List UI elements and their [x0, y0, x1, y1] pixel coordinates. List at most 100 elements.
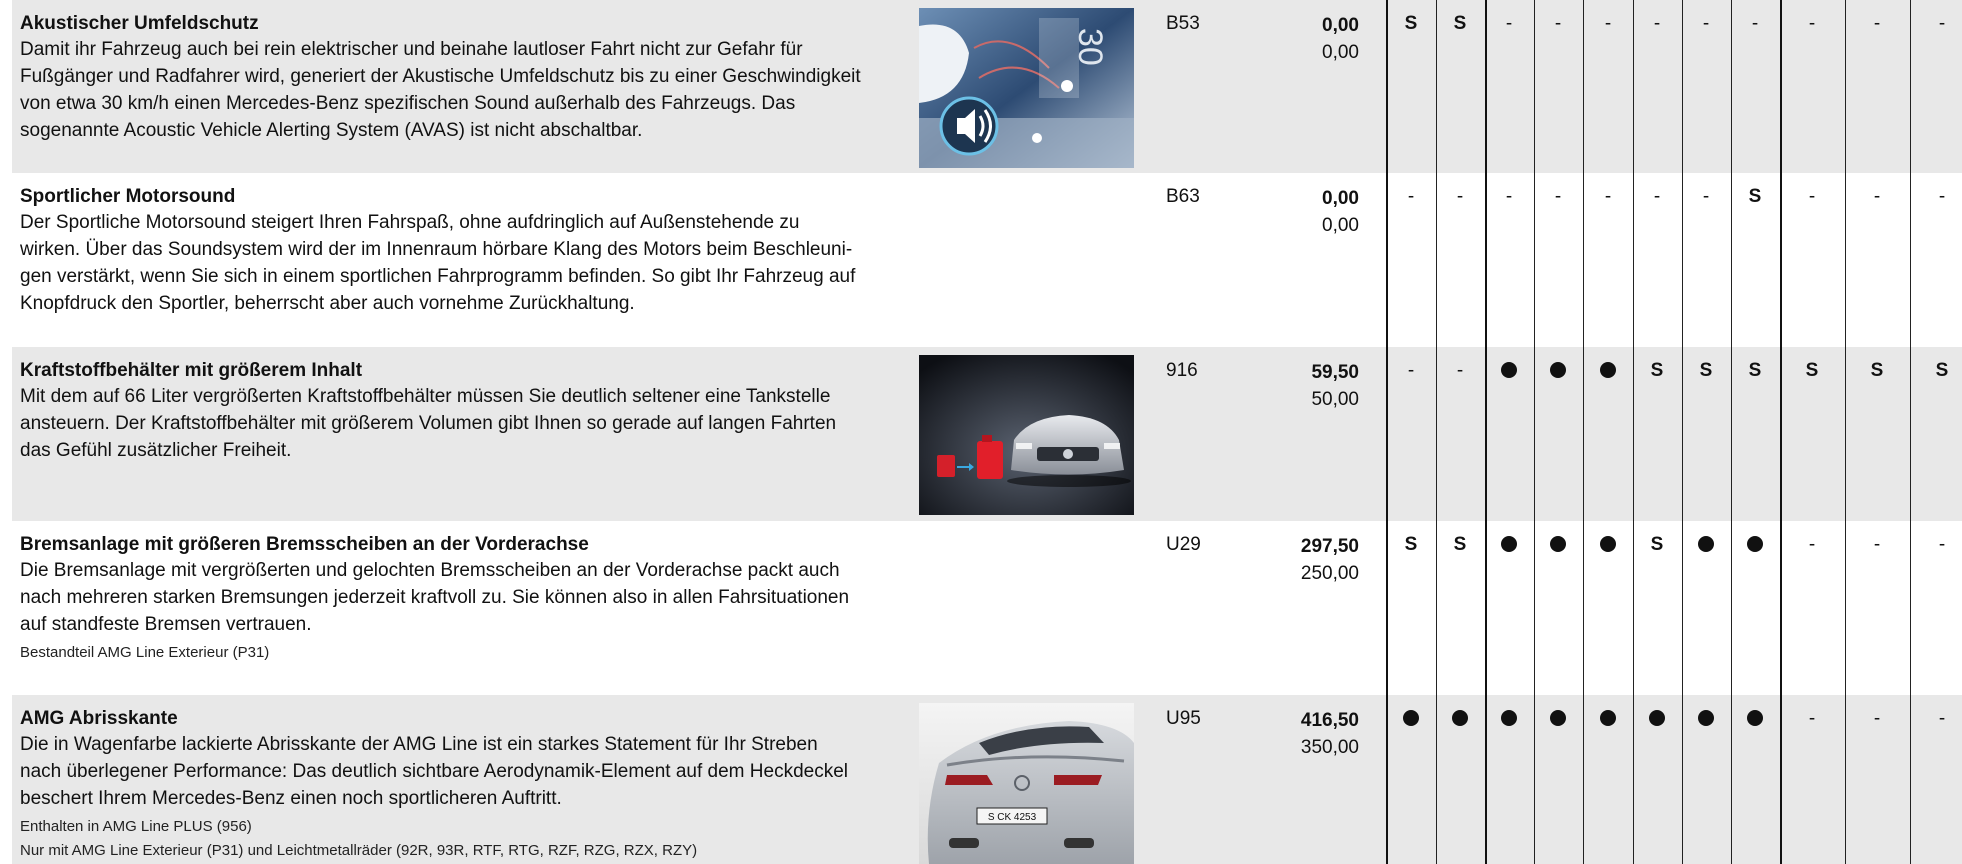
column-divider — [1436, 0, 1437, 864]
availability-cell: - — [1873, 13, 1881, 34]
option-price: 0,00 0,00 — [1244, 185, 1359, 239]
availability-cell: S — [1699, 360, 1713, 381]
option-desc-line: nach mehreren starken Bremsungen jederze… — [20, 587, 850, 608]
option-note: Enthalten in AMG Line PLUS (956) — [20, 818, 252, 835]
column-divider — [1780, 0, 1782, 864]
option-desc-line: nach überlegener Performance: Das deutli… — [20, 761, 848, 782]
availability-cell — [1485, 359, 1533, 383]
option-code: U29 — [1166, 534, 1201, 555]
availability-cell: - — [1938, 13, 1946, 34]
availability-cell: - — [1938, 186, 1946, 207]
availability-cell — [1436, 707, 1484, 731]
option-desc-line: Die Bremsanlage mit vergrößerten und gel… — [20, 560, 840, 581]
option-note: Bestandteil AMG Line Exterieur (P31) — [20, 644, 270, 661]
standard-dot-icon — [1698, 535, 1714, 552]
column-divider — [1910, 0, 1911, 864]
option-code: B53 — [1166, 13, 1200, 34]
option-desc-line: Mit dem auf 66 Liter vergrößerten Krafts… — [20, 386, 831, 407]
option-text: Kraftstoffbehälter mit größerem Inhalt M… — [20, 359, 910, 464]
standard-dot-icon — [1501, 709, 1517, 726]
standard-dot-icon — [1600, 709, 1616, 726]
availability-cell — [1534, 707, 1582, 731]
price-gross: 59,50 — [1311, 362, 1359, 383]
availability-cell: - — [1751, 13, 1759, 34]
availability-cell: - — [1604, 186, 1612, 207]
column-divider — [1731, 0, 1732, 864]
option-title: AMG Abrisskante — [20, 708, 178, 729]
option-note: Nur mit AMG Line Exterieur (P31) und Lei… — [20, 842, 698, 859]
option-code: U95 — [1166, 708, 1201, 729]
price-gross: 0,00 — [1322, 188, 1359, 209]
option-price: 297,50 250,00 — [1244, 533, 1359, 587]
column-divider — [1682, 0, 1683, 864]
standard-dot-icon — [1403, 709, 1419, 726]
price-net: 0,00 — [1322, 215, 1359, 236]
availability-cell: S — [1805, 360, 1819, 381]
option-price: 416,50 350,00 — [1244, 707, 1359, 761]
availability-cell: - — [1554, 186, 1562, 207]
availability-cell: S — [1870, 360, 1884, 381]
standard-dot-icon — [1747, 709, 1763, 726]
availability-cell: S — [1404, 13, 1418, 34]
availability-cell: - — [1456, 186, 1464, 207]
availability-cell: - — [1938, 534, 1946, 555]
price-net: 350,00 — [1300, 737, 1359, 758]
availability-cell — [1485, 533, 1533, 557]
availability-cell: S — [1748, 360, 1762, 381]
price-gross: 297,50 — [1300, 536, 1359, 557]
availability-cell: - — [1808, 186, 1816, 207]
availability-cell: S — [1453, 534, 1467, 555]
column-divider — [1386, 0, 1388, 864]
option-title: Bremsanlage mit größeren Bremsscheiben a… — [20, 534, 589, 555]
column-divider — [1845, 0, 1846, 864]
availability-cell — [1682, 707, 1730, 731]
standard-dot-icon — [1501, 361, 1517, 378]
option-price: 0,00 0,00 — [1244, 12, 1359, 66]
standard-dot-icon — [1550, 361, 1566, 378]
license-plate: S CK 4253 — [988, 812, 1037, 823]
standard-dot-icon — [1747, 535, 1763, 552]
option-code: B63 — [1166, 186, 1200, 207]
column-divider — [1534, 0, 1535, 864]
availability-cell: - — [1702, 13, 1710, 34]
availability-cell: - — [1456, 360, 1464, 381]
availability-cell — [1534, 359, 1582, 383]
availability-cell — [1682, 533, 1730, 557]
availability-cell: - — [1653, 13, 1661, 34]
standard-dot-icon — [1600, 361, 1616, 378]
option-text: Sportlicher Motorsound Der Sportliche Mo… — [20, 185, 910, 317]
availability-cell — [1534, 533, 1582, 557]
availability-cell: - — [1873, 708, 1881, 729]
column-divider — [1583, 0, 1584, 864]
standard-dot-icon — [1550, 709, 1566, 726]
option-desc-line: ansteuern. Der Kraftstoffbehälter mit gr… — [20, 413, 837, 434]
option-desc-line: auf standfeste Bremsen vertrauen. — [20, 614, 312, 635]
column-divider — [1485, 0, 1487, 864]
availability-cell — [1584, 533, 1632, 557]
availability-cell — [1485, 707, 1533, 731]
availability-cell — [1584, 359, 1632, 383]
price-net: 250,00 — [1300, 563, 1359, 584]
option-desc-line: das Gefühl zusätzlicher Freiheit. — [20, 440, 292, 461]
availability-cell: S — [1935, 360, 1949, 381]
option-desc-line: gen verstärkt, wenn Sie sich in einem sp… — [20, 266, 856, 287]
option-desc-line: Knopfdruck den Sportler, beherrscht aber… — [20, 293, 635, 314]
option-text: Akustischer Umfeldschutz Damit ihr Fahrz… — [20, 12, 910, 144]
option-desc-line: Damit ihr Fahrzeug auch bei rein elektri… — [20, 39, 803, 60]
availability-cell: - — [1407, 360, 1415, 381]
availability-cell: - — [1505, 186, 1513, 207]
availability-cell — [1387, 707, 1435, 731]
option-text: Bremsanlage mit größeren Bremsscheiben a… — [20, 533, 910, 663]
standard-dot-icon — [1550, 535, 1566, 552]
availability-cell: - — [1808, 534, 1816, 555]
availability-cell: - — [1407, 186, 1415, 207]
availability-cell: - — [1873, 186, 1881, 207]
availability-cell: - — [1604, 13, 1612, 34]
option-title: Akustischer Umfeldschutz — [20, 13, 259, 34]
option-price: 59,50 50,00 — [1244, 359, 1359, 413]
price-gross: 0,00 — [1322, 15, 1359, 36]
availability-cell — [1731, 533, 1779, 557]
option-desc-line: beschert Ihrem Mercedes-Benz einen noch … — [20, 788, 562, 809]
option-desc-line: Der Sportliche Motorsound steigert Ihren… — [20, 212, 800, 233]
option-code: 916 — [1166, 360, 1198, 381]
